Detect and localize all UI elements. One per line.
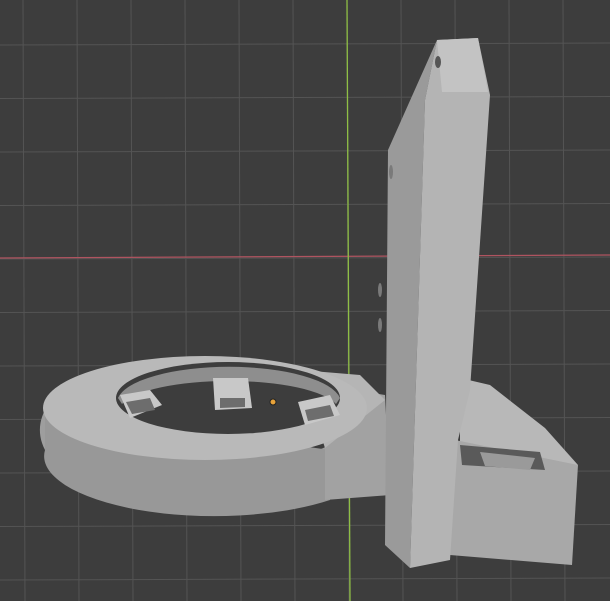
grid-line [130, 0, 134, 601]
grid-line [0, 577, 610, 581]
ring-clip [213, 378, 252, 410]
grid-line [0, 203, 610, 206]
grid-line [76, 0, 80, 601]
grid-line [0, 310, 610, 313]
mesh-object[interactable] [39, 38, 578, 568]
grid-line [22, 0, 26, 601]
grid-line [292, 0, 296, 601]
grid-line [0, 363, 610, 367]
grid-line [0, 96, 610, 99]
plate-top-edge [437, 38, 488, 92]
mount-hole [435, 56, 441, 68]
grid-line [0, 149, 610, 153]
3d-viewport[interactable] [0, 0, 610, 601]
origin-point [269, 398, 277, 406]
viewport-canvas[interactable] [0, 0, 610, 601]
mount-hole [378, 283, 382, 297]
mount-hole [389, 165, 393, 179]
mount-hole [378, 318, 382, 332]
grid-line [0, 42, 610, 46]
